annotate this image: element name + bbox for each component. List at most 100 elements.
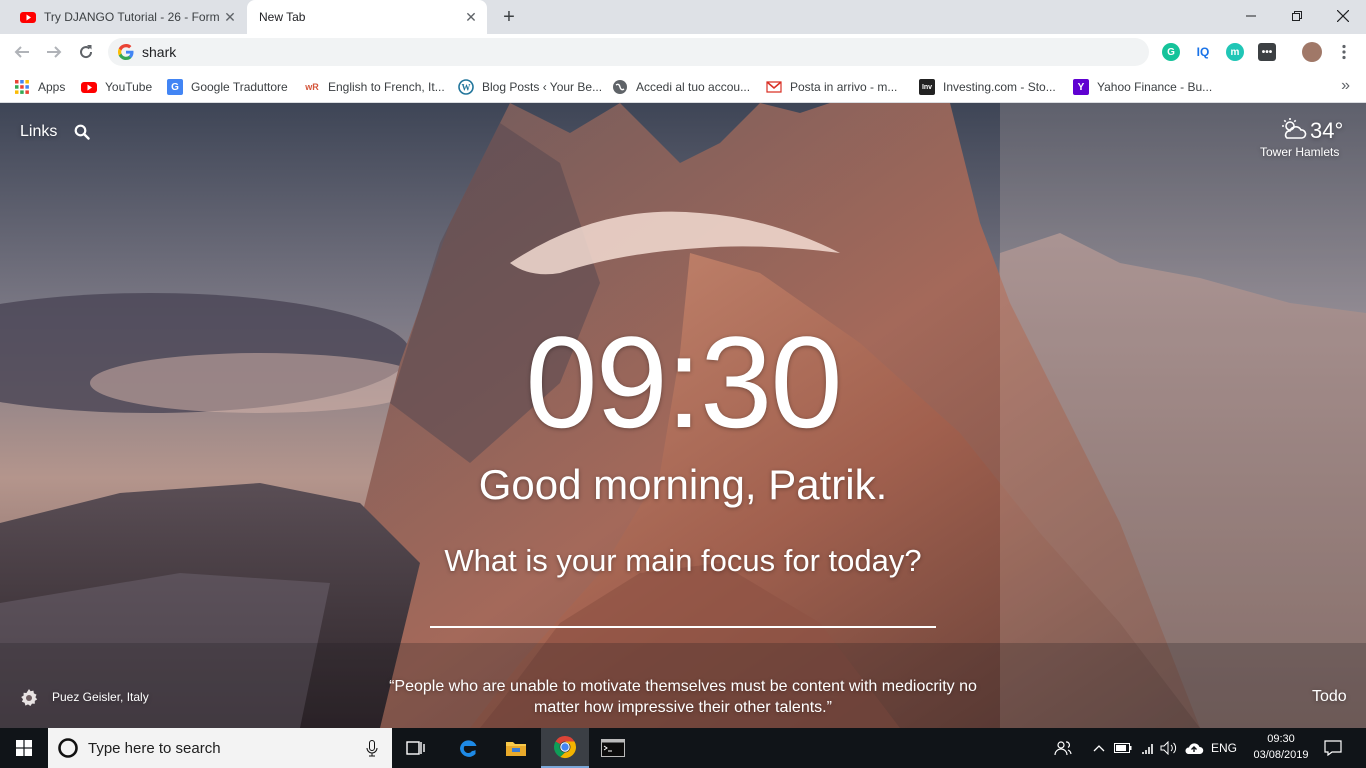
temperature[interactable]: 34° [1310, 118, 1343, 144]
bookmark-label: Yahoo Finance - Bu... [1097, 80, 1213, 94]
gear-icon[interactable] [19, 688, 39, 708]
partly-cloudy-icon[interactable] [1279, 117, 1307, 141]
edge-icon [459, 740, 477, 757]
tab-strip: Try DJANGO Tutorial - 26 - Form ✕ New Ta… [0, 0, 1366, 34]
back-button[interactable] [8, 38, 36, 66]
arrow-left-icon [14, 46, 29, 58]
clock-time: 09:30 [525, 309, 842, 455]
wifi-icon [1142, 744, 1153, 754]
close-tab-icon[interactable]: ✕ [461, 7, 481, 27]
file-explorer-taskbar-button[interactable] [492, 728, 540, 768]
yahoo-icon: Y [1073, 79, 1089, 95]
onedrive-indicator[interactable] [1182, 728, 1206, 768]
edge-taskbar-button[interactable] [444, 728, 492, 768]
address-bar[interactable] [108, 38, 1149, 66]
bookmarks-overflow-button[interactable]: » [1341, 77, 1350, 95]
bookmark-label: Apps [38, 80, 66, 94]
investing-icon: Inv [919, 79, 935, 95]
links-button[interactable]: Links [20, 123, 57, 141]
bookmark-label: Google Traduttore [191, 80, 288, 94]
bookmarks-bar: Apps YouTube G Google Traduttore wR Engl… [0, 71, 1366, 103]
daily-quote: “People who are unable to motivate thems… [389, 678, 977, 716]
terminal-icon [601, 739, 625, 757]
arrow-right-icon [47, 46, 62, 58]
youtube-icon [20, 12, 36, 23]
mercury-extension-icon[interactable]: m [1226, 43, 1244, 61]
microphone-icon[interactable] [366, 740, 378, 757]
notification-icon [1324, 740, 1342, 756]
taskbar-date: 03/08/2019 [1253, 749, 1309, 761]
bookmark-google-translate[interactable]: G Google Traduttore [167, 76, 288, 98]
folder-icon [506, 742, 526, 756]
tab-youtube[interactable]: Try DJANGO Tutorial - 26 - Form ✕ [8, 0, 246, 34]
bookmark-yahoo-finance[interactable]: Y Yahoo Finance - Bu... [1073, 76, 1212, 98]
grammarly-icon[interactable]: G [1162, 43, 1180, 61]
extension-menu-icon[interactable]: ••• [1258, 43, 1276, 61]
battery-indicator[interactable] [1112, 728, 1134, 768]
chrome-menu-button[interactable] [1330, 38, 1358, 66]
people-button[interactable] [1050, 728, 1076, 768]
bookmark-gmail[interactable]: Posta in arrivo - m... [766, 76, 897, 98]
close-icon [1337, 10, 1349, 22]
greeting: Good morning, Patrik. [478, 461, 888, 508]
youtube-icon [81, 82, 97, 93]
profile-avatar[interactable] [1302, 42, 1322, 62]
bookmark-youtube[interactable]: YouTube [81, 76, 152, 98]
bookmark-wordreference[interactable]: wR English to French, It... [304, 76, 445, 98]
new-tab-button[interactable]: + [498, 6, 520, 28]
action-center-button[interactable] [1318, 728, 1348, 768]
omnibox-input[interactable] [142, 44, 1042, 60]
start-button[interactable] [0, 728, 48, 768]
tab-new-tab[interactable]: New Tab ✕ [247, 0, 487, 34]
browser-toolbar: G IQ m ••• [0, 34, 1366, 71]
people-icon [1054, 741, 1072, 756]
bookmark-apps[interactable]: Apps [14, 76, 65, 98]
todo-button[interactable]: Todo [1312, 688, 1347, 706]
close-window-button[interactable] [1320, 0, 1366, 32]
bookmark-label: Investing.com - Sto... [943, 80, 1056, 94]
reload-button[interactable] [72, 38, 100, 66]
task-view-button[interactable] [392, 728, 440, 768]
minimize-icon [1246, 15, 1256, 17]
close-tab-icon[interactable]: ✕ [220, 7, 240, 27]
windows-logo-icon [16, 740, 32, 756]
show-hidden-icons-button[interactable] [1088, 728, 1110, 768]
photo-location[interactable]: Puez Geisler, Italy [52, 690, 149, 704]
speaker-icon [1160, 741, 1177, 755]
apps-grid-icon [15, 80, 29, 94]
bookmark-label: Accedi al tuo accou... [636, 80, 751, 94]
taskbar-time: 09:30 [1267, 733, 1295, 745]
tab-title: New Tab [259, 10, 306, 24]
gmail-icon [766, 81, 782, 93]
bookmark-label: Posta in arrivo - m... [790, 80, 898, 94]
bookmark-blog-posts[interactable]: W Blog Posts ‹ Your Be... [458, 76, 602, 98]
wifi-indicator[interactable] [1136, 728, 1158, 768]
bookmark-accedi[interactable]: Accedi al tuo accou... [612, 76, 750, 98]
taskbar-clock[interactable]: 09:30 03/08/2019 [1250, 731, 1312, 763]
google-translate-icon: G [167, 79, 183, 95]
forward-button[interactable] [40, 38, 68, 66]
more-vertical-icon [1342, 44, 1346, 60]
iq-extension-icon[interactable]: IQ [1194, 43, 1212, 61]
google-icon [118, 44, 134, 60]
weather-location: Tower Hamlets [1260, 145, 1340, 159]
restore-icon [1292, 11, 1302, 21]
bookmark-label: YouTube [105, 80, 153, 94]
taskbar-search-box[interactable]: Type here to search [48, 728, 392, 768]
restore-button[interactable] [1274, 0, 1320, 32]
taskbar-search-placeholder: Type here to search [88, 739, 221, 757]
bookmark-label: English to French, It... [328, 80, 445, 94]
input-language[interactable]: ENG [1208, 728, 1240, 768]
search-icon[interactable] [74, 124, 90, 140]
terminal-taskbar-button[interactable] [589, 728, 637, 768]
battery-icon [1114, 743, 1132, 753]
tab-title: Try DJANGO Tutorial - 26 - Form [44, 10, 220, 24]
chrome-taskbar-button[interactable] [541, 728, 589, 768]
minimize-button[interactable] [1228, 0, 1274, 32]
reload-icon [80, 45, 93, 59]
wordpress-icon: W [458, 79, 474, 95]
volume-control[interactable] [1158, 728, 1180, 768]
globe-icon [613, 80, 627, 94]
focus-input[interactable] [430, 626, 936, 628]
bookmark-investing[interactable]: Inv Investing.com - Sto... [919, 76, 1056, 98]
